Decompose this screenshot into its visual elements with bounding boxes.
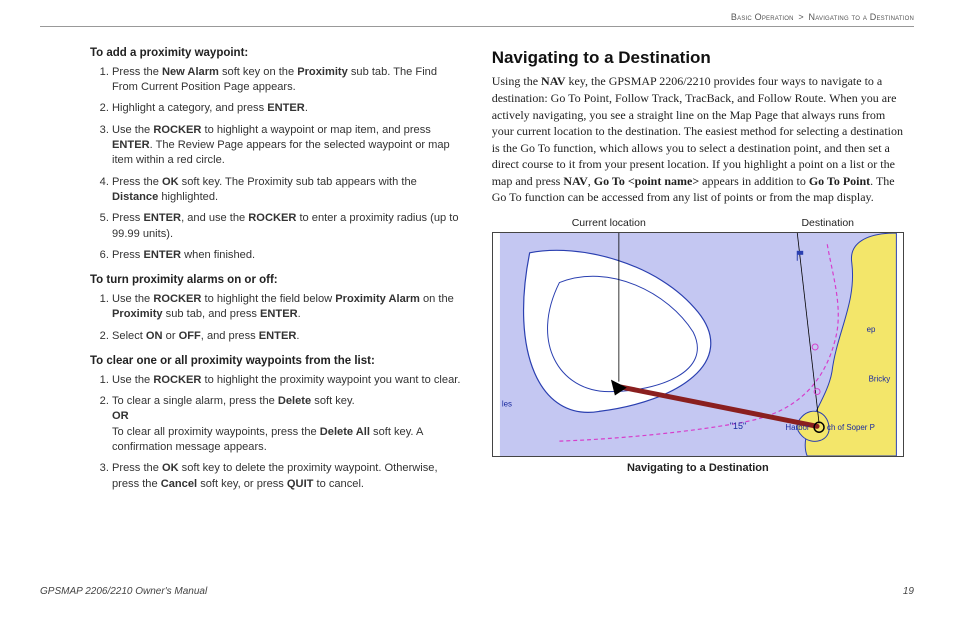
section-paragraph: Using the NAV key, the GPSMAP 2206/2210 … bbox=[492, 73, 904, 205]
map-svg: "15" Harbor ch of Soper P les Bricky ep bbox=[493, 233, 903, 456]
step-item: To clear a single alarm, press the Delet… bbox=[112, 394, 464, 455]
left-column: To add a proximity waypoint: Press the N… bbox=[40, 46, 464, 500]
step-item: Press the New Alarm soft key on the Prox… bbox=[112, 65, 464, 96]
depth-label: "15" bbox=[730, 422, 746, 432]
proc1-steps: Press the New Alarm soft key on the Prox… bbox=[90, 65, 464, 263]
step-item: Press the OK soft key. The Proximity sub… bbox=[112, 175, 464, 206]
svg-text:ch of Soper P: ch of Soper P bbox=[827, 424, 875, 433]
breadcrumb: Basic Operation > Navigating to a Destin… bbox=[731, 12, 914, 22]
svg-text:Harbor: Harbor bbox=[785, 424, 810, 433]
proc3-steps: Use the ROCKER to highlight the proximit… bbox=[90, 373, 464, 492]
breadcrumb-page: Navigating to a Destination bbox=[809, 12, 914, 22]
figure-callout-labels: Current location Destination bbox=[572, 216, 854, 230]
step-item: Use the ROCKER to highlight the field be… bbox=[112, 292, 464, 323]
page-footer: GPSMAP 2206/2210 Owner's Manual 19 bbox=[40, 586, 914, 597]
breadcrumb-sep: > bbox=[798, 12, 803, 22]
proc1-heading: To add a proximity waypoint: bbox=[90, 46, 464, 62]
header-rule bbox=[40, 26, 914, 27]
step-item: Press the OK soft key to delete the prox… bbox=[112, 461, 464, 492]
content-columns: To add a proximity waypoint: Press the N… bbox=[40, 46, 914, 500]
breadcrumb-section: Basic Operation bbox=[731, 12, 794, 22]
proc2-heading: To turn proximity alarms on or off: bbox=[90, 273, 464, 289]
step-item: Highlight a category, and press ENTER. bbox=[112, 101, 464, 116]
right-column: Navigating to a Destination Using the NA… bbox=[492, 46, 914, 500]
section-title: Navigating to a Destination bbox=[492, 46, 904, 69]
svg-text:ep: ep bbox=[866, 325, 875, 334]
callout-current-location: Current location bbox=[572, 216, 646, 230]
figure: Current location Destination bbox=[492, 216, 904, 477]
step-item: Use the ROCKER to highlight a waypoint o… bbox=[112, 123, 464, 169]
proc2-steps: Use the ROCKER to highlight the field be… bbox=[90, 292, 464, 344]
svg-text:Bricky: Bricky bbox=[868, 375, 890, 384]
callout-destination: Destination bbox=[801, 216, 854, 230]
footer-manual-title: GPSMAP 2206/2210 Owner's Manual bbox=[40, 586, 207, 597]
footer-page-number: 19 bbox=[903, 586, 914, 597]
figure-caption: Navigating to a Destination bbox=[492, 461, 904, 476]
step-item: Select ON or OFF, and press ENTER. bbox=[112, 329, 464, 344]
proc3-heading: To clear one or all proximity waypoints … bbox=[90, 354, 464, 370]
svg-text:les: les bbox=[502, 400, 512, 409]
step-item: Use the ROCKER to highlight the proximit… bbox=[112, 373, 464, 388]
step-item: Press ENTER, and use the ROCKER to enter… bbox=[112, 211, 464, 242]
map-figure: "15" Harbor ch of Soper P les Bricky ep bbox=[492, 232, 904, 457]
step-item: Press ENTER when finished. bbox=[112, 248, 464, 263]
